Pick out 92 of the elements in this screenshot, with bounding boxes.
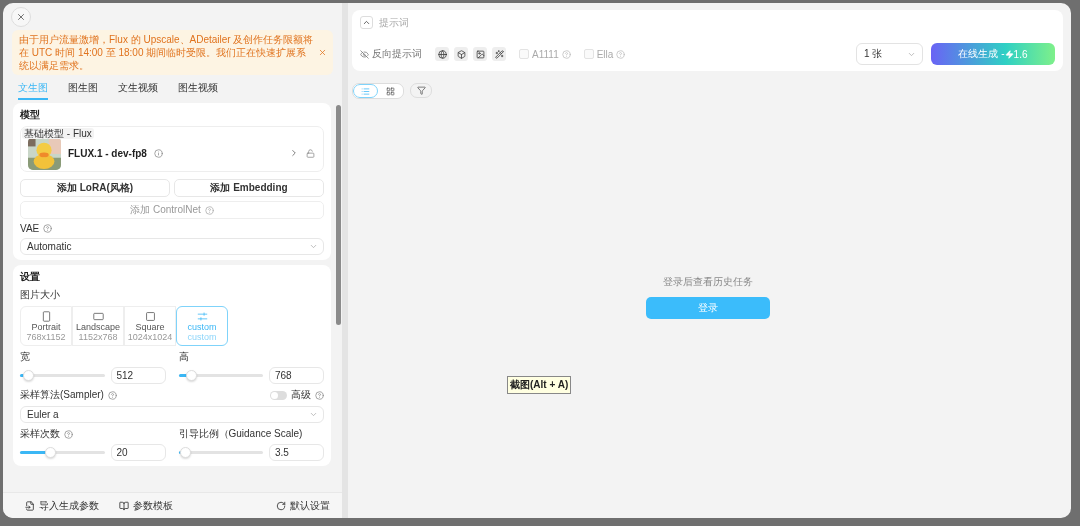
wand-button[interactable] xyxy=(492,47,506,61)
advanced-toggle[interactable] xyxy=(270,390,287,400)
size-label: Portrait xyxy=(31,321,61,332)
aspect-icon xyxy=(92,310,104,322)
unlock-icon[interactable] xyxy=(306,148,315,158)
help-icon[interactable] xyxy=(561,49,571,59)
negative-prompt-button[interactable]: 反向提示词 xyxy=(360,47,422,61)
chevron-down-icon xyxy=(309,410,318,419)
section-title: 设置 xyxy=(20,270,41,284)
globe-button[interactable] xyxy=(435,47,449,61)
help-icon[interactable] xyxy=(616,49,626,59)
close-button[interactable] xyxy=(11,7,31,27)
prompt-field[interactable]: 提示词 xyxy=(377,16,1055,29)
field-label: 宽 xyxy=(20,350,31,364)
book-icon xyxy=(119,500,129,511)
vae-select[interactable]: Automatic xyxy=(20,238,324,255)
aspect-icon xyxy=(40,310,52,322)
chevron-up-icon xyxy=(362,18,371,27)
section-title: 模型 xyxy=(20,108,41,122)
checkbox-label: Ella xyxy=(596,48,614,60)
import-icon xyxy=(25,500,35,511)
tooltip: 截图(Alt + A) xyxy=(507,376,572,394)
help-icon[interactable] xyxy=(204,205,214,215)
number-field[interactable]: 20 xyxy=(110,444,166,461)
cube-button[interactable] xyxy=(454,47,468,61)
list-icon xyxy=(361,86,370,96)
lightning-icon xyxy=(1004,49,1014,59)
add-button[interactable]: 添加 LoRA(风格) xyxy=(20,179,170,197)
eye-off-icon xyxy=(360,49,369,59)
help-icon[interactable] xyxy=(43,224,53,233)
slider-thumb[interactable] xyxy=(44,447,56,458)
size-dimensions: 1024x1024 xyxy=(127,331,173,342)
collapse-button[interactable] xyxy=(360,16,373,29)
field-label: 引导比例（Guidance Scale) xyxy=(178,427,303,441)
history-message: 登录后查看历史任务 xyxy=(662,275,753,289)
tab[interactable]: 图生图 xyxy=(68,81,98,100)
info-icon[interactable] xyxy=(153,148,163,158)
close-icon[interactable] xyxy=(318,48,327,57)
size-dimensions: 1152x768 xyxy=(78,331,118,342)
chevron-down-icon xyxy=(309,242,318,251)
size-option[interactable]: Square 1024x1024 xyxy=(124,306,176,346)
field-label: 图片大小 xyxy=(20,288,61,302)
field-label: 采样次数 xyxy=(20,427,60,441)
wand-icon xyxy=(494,49,504,59)
slider-thumb[interactable] xyxy=(180,447,192,458)
tab[interactable]: 图生视频 xyxy=(178,81,218,100)
slider-thumb[interactable] xyxy=(23,370,35,381)
refresh-icon xyxy=(276,500,286,511)
reset-button[interactable]: 默认设置 xyxy=(276,498,330,513)
aspect-icon xyxy=(144,310,156,322)
globe-icon xyxy=(437,49,447,59)
checkbox[interactable] xyxy=(583,49,594,59)
filter-icon xyxy=(416,86,426,95)
field-label: VAE xyxy=(20,223,40,234)
number-field[interactable]: 3.5 xyxy=(269,444,324,461)
sampler-select[interactable]: Euler a xyxy=(20,406,324,423)
close-icon xyxy=(16,12,26,22)
list-view-button[interactable] xyxy=(353,84,378,98)
model-selector[interactable]: 基础模型 - Flux FLUX.1 - dev-fp8 xyxy=(20,126,324,172)
tab[interactable]: 文生视频 xyxy=(118,81,158,100)
size-dimensions: 768x1152 xyxy=(26,331,66,342)
import-button[interactable]: 导入生成参数 xyxy=(25,498,99,513)
checkbox[interactable] xyxy=(519,49,529,59)
chevron-right-icon[interactable] xyxy=(289,148,299,158)
number-field[interactable]: 512 xyxy=(110,367,166,384)
help-icon[interactable] xyxy=(107,390,117,400)
help-icon[interactable] xyxy=(64,429,73,439)
checkbox-label: A1111 xyxy=(532,48,559,60)
size-dimensions: custom xyxy=(187,331,217,342)
help-icon[interactable] xyxy=(315,390,324,400)
size-label: Landscape xyxy=(75,321,120,332)
size-option[interactable]: Landscape 1152x768 xyxy=(72,306,124,346)
template-button[interactable]: 参数模板 xyxy=(119,498,173,513)
grid-icon xyxy=(386,86,395,96)
notice-text: 由于用户流量激增，Flux 的 Upscale、ADetailer 及创作任务限额将在 UTC 时间 14:00 至 18:00 期间临时受限。我们正在快速扩展系统以满足需求。 xyxy=(19,33,314,72)
slider-thumb[interactable] xyxy=(186,370,198,381)
model-tag: 基础模型 - Flux xyxy=(22,128,94,139)
number-field[interactable]: 768 xyxy=(269,367,324,384)
model-name: FLUX.1 - dev-fp8 xyxy=(68,147,147,159)
cube-icon xyxy=(456,49,466,59)
filter-button[interactable] xyxy=(410,83,432,98)
image-icon xyxy=(475,49,485,59)
count-select[interactable]: 1 张 xyxy=(856,43,923,65)
image-button[interactable] xyxy=(473,47,487,61)
toggle-label: 高级 xyxy=(291,388,311,402)
size-label: custom xyxy=(187,321,217,332)
size-option[interactable]: Portrait 768x1152 xyxy=(20,306,72,346)
add-button[interactable]: 添加 Embedding xyxy=(174,179,324,197)
field-label: 采样算法(Sampler) xyxy=(20,388,104,402)
sliders-icon xyxy=(196,310,208,322)
size-label: Square xyxy=(135,321,165,332)
field-label: 高 xyxy=(178,350,190,364)
